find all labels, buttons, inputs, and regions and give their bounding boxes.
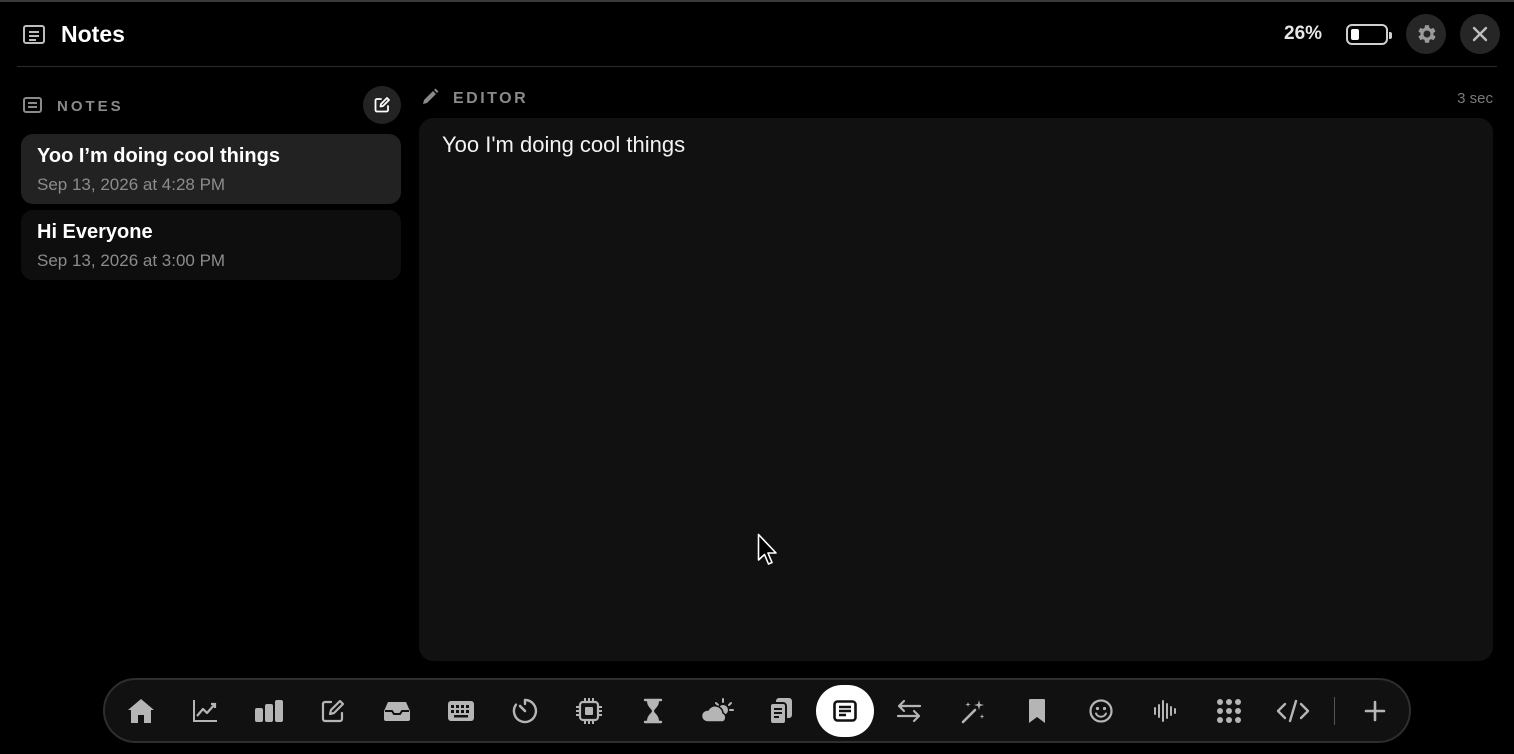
dock-separator xyxy=(1334,697,1335,725)
gear-icon xyxy=(1418,25,1436,43)
dock-item-code[interactable] xyxy=(1264,685,1322,737)
sidebar-title: NOTES xyxy=(57,98,124,115)
magic-wand-icon xyxy=(961,700,985,724)
note-title: Hi Everyone xyxy=(37,221,153,243)
weather-icon xyxy=(700,698,734,723)
mouse-cursor-icon xyxy=(757,533,777,565)
battery-icon xyxy=(1346,24,1392,45)
close-icon xyxy=(1472,26,1488,42)
hourglass-icon xyxy=(643,698,663,724)
swap-icon xyxy=(896,699,922,723)
dock-item-keyboard[interactable] xyxy=(432,685,490,737)
battery-percentage: 26% xyxy=(1284,23,1323,44)
bookmark-icon xyxy=(1029,699,1045,723)
edit-icon xyxy=(321,699,345,723)
dock-item-system[interactable] xyxy=(560,685,618,737)
notes-window: Notes 26% NOTES Yoo I’m doing cool thing… xyxy=(0,0,1514,754)
dock-item-clipboard[interactable] xyxy=(752,685,810,737)
code-icon xyxy=(1276,699,1310,723)
keyboard-icon xyxy=(448,701,474,721)
note-list-item[interactable]: Yoo I’m doing cool things Sep 13, 2026 a… xyxy=(21,134,401,204)
dock-item-apps[interactable] xyxy=(1200,685,1258,737)
dock-item-timer[interactable] xyxy=(496,685,554,737)
title-bar: Notes 26% xyxy=(0,2,1514,66)
clipboard-icon xyxy=(769,698,792,725)
note-title: Yoo I’m doing cool things xyxy=(37,145,280,167)
notes-icon xyxy=(833,700,857,722)
dock-item-stocks[interactable] xyxy=(176,685,234,737)
bar-chart-icon xyxy=(255,700,283,722)
dock-item-stats[interactable] xyxy=(240,685,298,737)
line-chart-icon xyxy=(193,700,217,722)
plus-icon xyxy=(1364,700,1386,722)
dock-item-add[interactable] xyxy=(1346,685,1404,737)
tray-icon xyxy=(384,702,410,721)
dock-item-swap[interactable] xyxy=(880,685,938,737)
pencil-icon xyxy=(420,87,440,112)
apps-grid-icon xyxy=(1217,699,1241,723)
dock-item-audio[interactable] xyxy=(1136,685,1194,737)
dock-item-edit[interactable] xyxy=(304,685,362,737)
waveform-icon xyxy=(1154,700,1176,722)
timer-icon xyxy=(512,698,538,724)
settings-button[interactable] xyxy=(1406,14,1446,54)
app-title: Notes xyxy=(61,21,125,47)
app-dock xyxy=(103,678,1411,743)
note-list-item[interactable]: Hi Everyone Sep 13, 2026 at 3:00 PM xyxy=(21,210,401,280)
last-saved-time: 3 sec xyxy=(1457,90,1493,107)
note-date: Sep 13, 2026 at 3:00 PM xyxy=(37,251,226,270)
note-editor[interactable]: Yoo I'm doing cool things xyxy=(419,118,1493,661)
emoji-icon xyxy=(1089,699,1113,723)
notes-app-icon xyxy=(23,25,45,44)
dock-item-magic[interactable] xyxy=(944,685,1002,737)
battery-level-fill xyxy=(1351,29,1359,40)
dock-item-emoji[interactable] xyxy=(1072,685,1130,737)
close-button[interactable] xyxy=(1460,14,1500,54)
new-note-button[interactable] xyxy=(363,86,401,124)
compose-icon xyxy=(374,97,390,113)
dock-item-notes[interactable] xyxy=(816,685,874,737)
dock-item-bookmarks[interactable] xyxy=(1008,685,1066,737)
editor-title: EDITOR xyxy=(453,90,529,107)
dock-item-home[interactable] xyxy=(112,685,170,737)
editor-content[interactable]: Yoo I'm doing cool things xyxy=(442,132,1470,158)
dock-item-hourglass[interactable] xyxy=(624,685,682,737)
note-date: Sep 13, 2026 at 4:28 PM xyxy=(37,175,226,194)
cpu-icon xyxy=(576,698,602,724)
header-divider xyxy=(17,66,1497,67)
dock-item-inbox[interactable] xyxy=(368,685,426,737)
dock-item-weather[interactable] xyxy=(688,685,746,737)
home-icon xyxy=(128,699,154,723)
notes-list-icon xyxy=(23,97,42,113)
